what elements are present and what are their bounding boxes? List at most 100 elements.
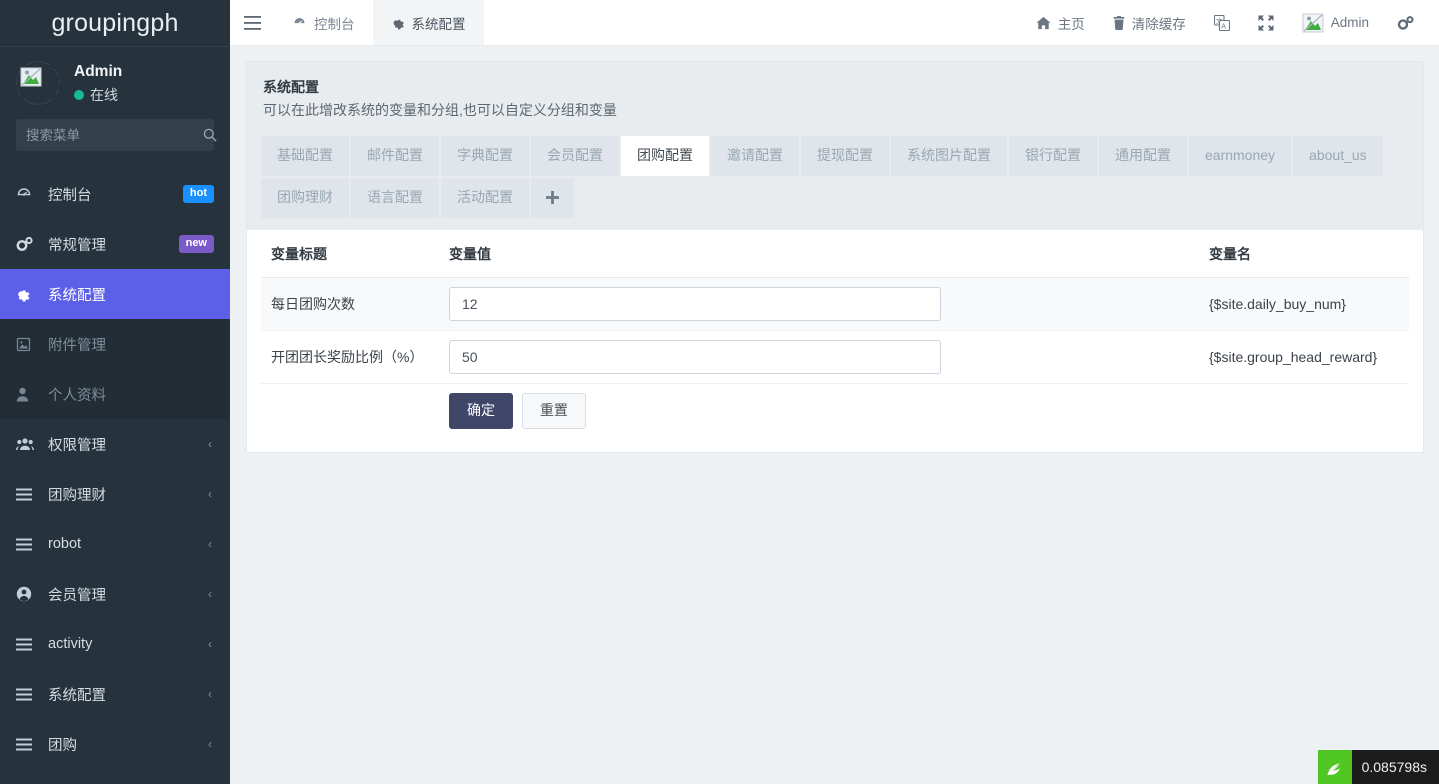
sidebar-item-permission-management[interactable]: 权限管理 ‹ — [0, 419, 230, 469]
tab-dictionary-config[interactable]: 字典配置 — [441, 136, 529, 176]
broken-image-avatar-icon — [1302, 13, 1324, 33]
row-title: 每日团购次数 — [261, 278, 439, 331]
list-icon — [16, 638, 36, 651]
sidebar-submenu: 系统配置 附件管理 — [0, 269, 230, 419]
daily-buy-num-input[interactable] — [449, 287, 941, 321]
topbar-tab-label: 系统配置 — [412, 13, 466, 33]
tab-withdraw-config[interactable]: 提现配置 — [801, 136, 889, 176]
plus-icon — [546, 191, 559, 204]
chevron-left-icon: ‹ — [208, 637, 212, 651]
fullscreen-button[interactable] — [1244, 0, 1288, 46]
sidebar-item-robot[interactable]: robot ‹ — [0, 519, 230, 569]
topbar: 控制台 系统配置 主页 清除缓存 — [230, 0, 1439, 46]
thinkphp-leaf-icon[interactable] — [1318, 750, 1352, 784]
chevron-left-icon: ‹ — [208, 687, 212, 701]
config-form: 变量标题 变量值 变量名 每日团购次数 {$site.daily_buy_num… — [247, 230, 1423, 452]
sidebar-item-general-management[interactable]: 常规管理 new — [0, 219, 230, 269]
submit-button[interactable]: 确定 — [449, 393, 513, 429]
reset-button[interactable]: 重置 — [522, 393, 586, 429]
search-input[interactable] — [26, 128, 203, 143]
tab-about-us[interactable]: about_us — [1293, 136, 1383, 176]
sidebar-user-panel[interactable]: Admin 在线 — [0, 47, 230, 119]
row-title: 开团团长奖励比例（%） — [261, 331, 439, 384]
config-tabs: 基础配置 邮件配置 字典配置 会员配置 团购配置 邀请配置 提现配置 系统图片配… — [247, 136, 1423, 230]
topbar-tab-dashboard[interactable]: 控制台 — [274, 0, 373, 45]
sidebar-item-activity[interactable]: activity ‹ — [0, 619, 230, 669]
page-title: 系统配置 — [263, 76, 1407, 98]
cogs-icon — [16, 236, 36, 252]
tab-activity-config[interactable]: 活动配置 — [441, 178, 529, 218]
content-area: 系统配置 可以在此增改系统的变量和分组,也可以自定义分组和变量 基础配置 邮件配… — [230, 46, 1439, 784]
sidebar-search-wrap — [0, 119, 230, 151]
tab-invite-config[interactable]: 邀请配置 — [711, 136, 799, 176]
brand-logo[interactable]: groupingph — [0, 0, 230, 46]
tab-bank-config[interactable]: 银行配置 — [1009, 136, 1097, 176]
table-row: 每日团购次数 {$site.daily_buy_num} — [261, 278, 1409, 331]
hamburger-menu-icon[interactable] — [230, 0, 274, 45]
user-menu[interactable]: Admin — [1288, 0, 1383, 46]
group-head-reward-input[interactable] — [449, 340, 941, 374]
sidebar-item-label: 系统配置 — [48, 284, 214, 305]
gear-icon — [391, 16, 405, 30]
add-tab-button[interactable] — [531, 178, 574, 218]
tab-groupbuy-finance[interactable]: 团购理财 — [261, 178, 349, 218]
sidebar-item-system-config[interactable]: 系统配置 — [0, 269, 230, 319]
topbar-spacer — [484, 0, 1022, 45]
debug-time: 0.085798s — [1352, 750, 1439, 784]
sidebar-item-label: 控制台 — [48, 184, 183, 205]
language-button[interactable]: 文 A — [1200, 0, 1244, 46]
chevron-left-icon: ‹ — [208, 737, 212, 751]
list-icon — [16, 488, 36, 501]
actions-spacer-right — [1199, 384, 1409, 439]
tab-mail-config[interactable]: 邮件配置 — [351, 136, 439, 176]
search-icon[interactable] — [203, 128, 217, 142]
system-config-card: 系统配置 可以在此增改系统的变量和分组,也可以自定义分组和变量 基础配置 邮件配… — [246, 61, 1424, 453]
settings-button[interactable] — [1383, 0, 1429, 46]
badge-hot: hot — [183, 185, 214, 203]
actions-spacer — [261, 384, 439, 439]
home-button[interactable]: 主页 — [1022, 0, 1099, 46]
search-box[interactable] — [16, 119, 214, 151]
dashboard-icon — [292, 15, 307, 30]
avatar[interactable] — [16, 61, 60, 105]
sidebar-item-label: 团购 — [48, 734, 208, 755]
list-icon — [16, 538, 36, 551]
tab-member-config[interactable]: 会员配置 — [531, 136, 619, 176]
debug-bar[interactable]: 0.085798s — [1318, 750, 1439, 784]
sidebar-item-system-config-group[interactable]: 系统配置 ‹ — [0, 669, 230, 719]
users-icon — [16, 437, 36, 451]
user-name: Admin — [74, 62, 122, 82]
chevron-left-icon: ‹ — [208, 437, 212, 451]
sidebar: groupingph Admin 在线 — [0, 0, 230, 784]
tab-language-config[interactable]: 语言配置 — [351, 178, 439, 218]
tab-earnmoney[interactable]: earnmoney — [1189, 136, 1291, 176]
svg-text:A: A — [1221, 23, 1226, 30]
clear-cache-button[interactable]: 清除缓存 — [1099, 0, 1200, 46]
user-info: Admin 在线 — [74, 62, 122, 105]
sidebar-item-groupbuy[interactable]: 团购 ‹ — [0, 719, 230, 769]
sidebar-item-group-finance[interactable]: 团购理财 ‹ — [0, 469, 230, 519]
sidebar-item-label: robot — [48, 536, 208, 552]
sidebar-item-label: 附件管理 — [48, 334, 214, 355]
dashboard-icon — [16, 186, 36, 202]
online-dot-icon — [74, 90, 84, 100]
sidebar-item-dashboard[interactable]: 控制台 hot — [0, 169, 230, 219]
clear-cache-label: 清除缓存 — [1132, 13, 1186, 33]
tab-system-image-config[interactable]: 系统图片配置 — [891, 136, 1007, 176]
user-icon — [16, 387, 36, 402]
sidebar-item-label: 团购理财 — [48, 484, 208, 505]
fullscreen-icon — [1258, 15, 1274, 31]
variables-table: 变量标题 变量值 变量名 每日团购次数 {$site.daily_buy_num… — [261, 230, 1409, 438]
sidebar-item-attachment-management[interactable]: 附件管理 — [0, 319, 230, 369]
topbar-tab-system-config[interactable]: 系统配置 — [373, 0, 484, 45]
sidebar-item-profile[interactable]: 个人资料 — [0, 369, 230, 419]
topbar-tab-label: 控制台 — [314, 13, 355, 33]
avatar-ring — [16, 61, 60, 105]
gear-icon — [16, 286, 36, 302]
tab-basic-config[interactable]: 基础配置 — [261, 136, 349, 176]
tab-general-config[interactable]: 通用配置 — [1099, 136, 1187, 176]
sidebar-item-member-management[interactable]: 会员管理 ‹ — [0, 569, 230, 619]
tab-groupbuy-config[interactable]: 团购配置 — [621, 136, 709, 176]
sidebar-item-label: 权限管理 — [48, 434, 208, 455]
sidebar-item-label: 常规管理 — [48, 234, 179, 255]
